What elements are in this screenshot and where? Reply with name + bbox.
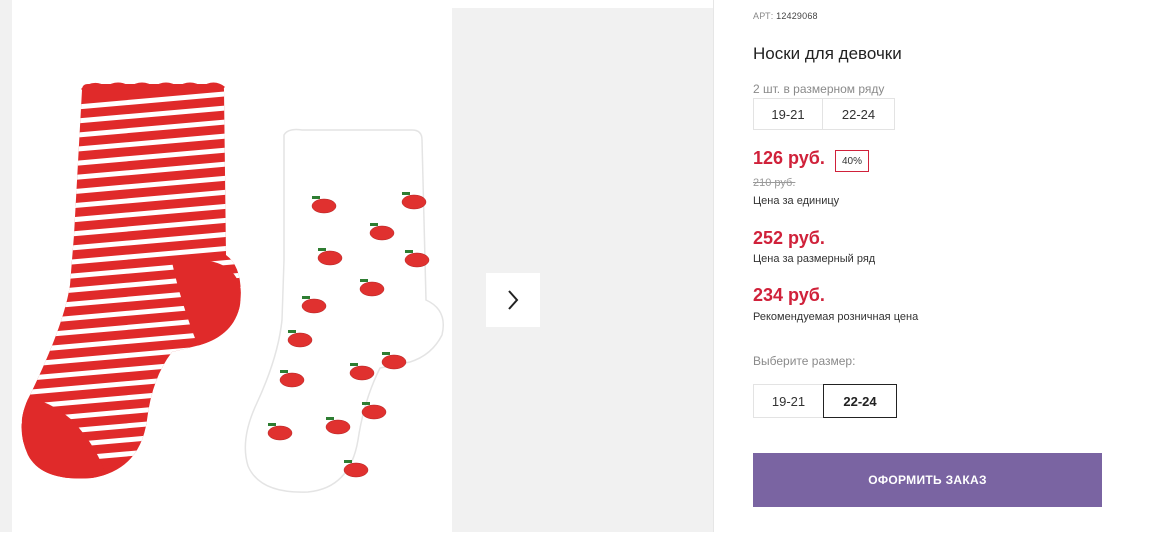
size-option-22-24[interactable]: 22-24	[823, 384, 897, 418]
retail-price-label: Рекомендуемая розничная цена	[753, 311, 919, 323]
chevron-right-icon	[508, 290, 519, 310]
next-photo-preview	[452, 8, 713, 532]
row-price: 252 руб.	[753, 228, 825, 248]
article-label: АРТ:	[753, 11, 774, 21]
row-price-label: Цена за размерный ряд	[753, 253, 876, 265]
retail-price: 234 руб.	[753, 285, 825, 305]
article-value: 12429068	[776, 11, 818, 21]
product-gallery	[0, 0, 715, 532]
socks-image	[21, 82, 444, 493]
column-divider	[713, 0, 714, 532]
gallery-left-strip	[0, 0, 12, 532]
choose-size-label: Выберите размер:	[753, 354, 856, 368]
pack-sizes: 19-21 22-24	[753, 98, 895, 130]
order-button[interactable]: ОФОРМИТЬ ЗАКАЗ	[753, 453, 1102, 507]
unit-price-label: Цена за единицу	[753, 195, 840, 207]
product-info: АРТ: 12429068 Носки для девочки 2 шт. в …	[753, 0, 1133, 532]
pack-size-19-21: 19-21	[753, 98, 823, 130]
size-selector: 19-21 22-24	[753, 384, 897, 418]
white-strawberry-sock	[244, 128, 444, 493]
pack-info: 2 шт. в размерном ряду	[753, 82, 885, 96]
unit-price: 126 руб.	[753, 148, 825, 168]
product-title: Носки для девочки	[753, 44, 902, 63]
product-photo[interactable]	[12, 0, 452, 532]
next-image-button[interactable]	[486, 273, 540, 327]
article-number: АРТ: 12429068	[753, 11, 818, 21]
pack-size-22-24: 22-24	[823, 98, 895, 130]
old-price: 210 руб.	[753, 177, 796, 189]
size-option-19-21[interactable]: 19-21	[753, 384, 823, 418]
discount-badge: 40%	[835, 150, 869, 172]
